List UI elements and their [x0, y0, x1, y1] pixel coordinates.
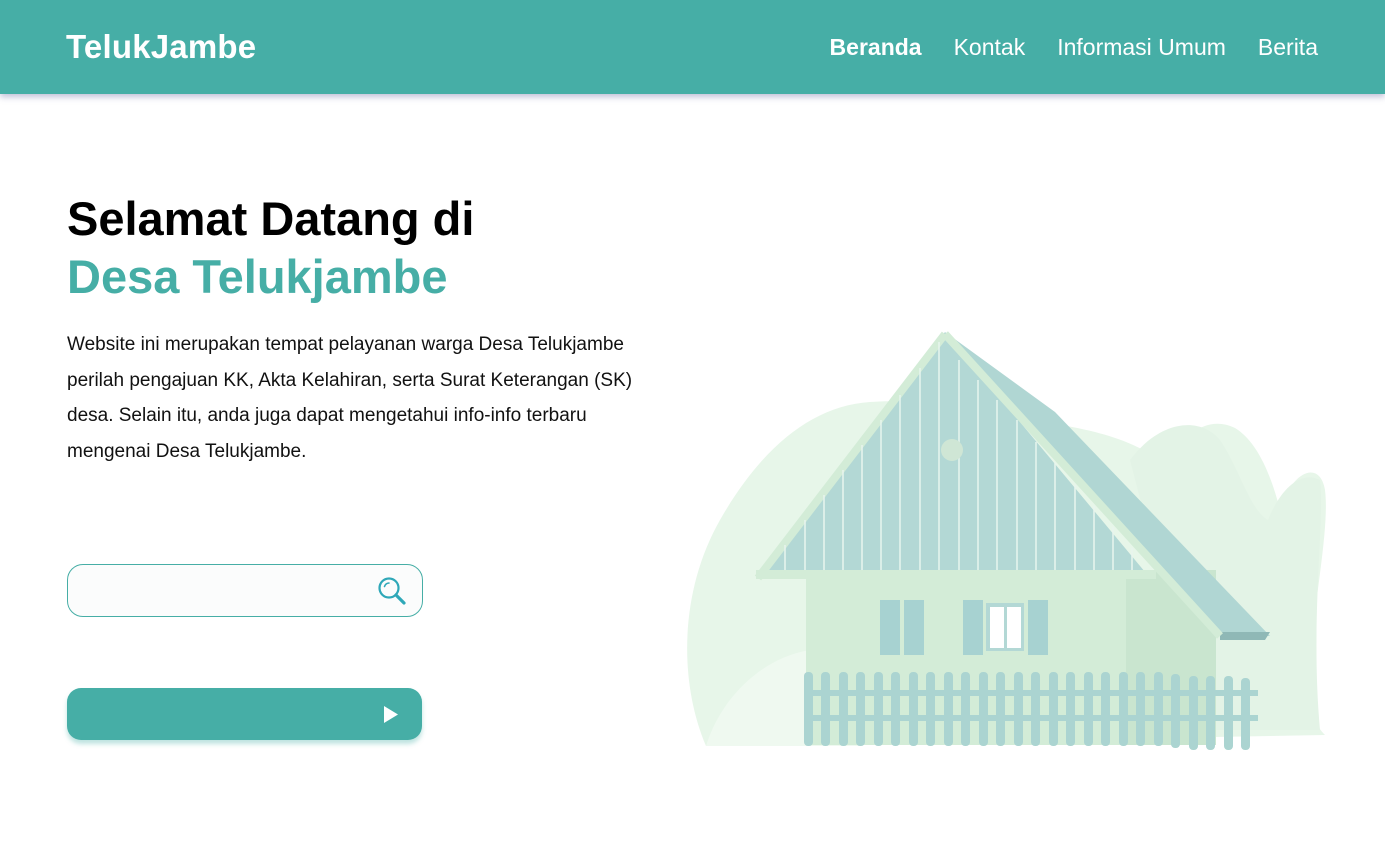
navbar: TelukJambe Beranda Kontak Informasi Umum… [0, 0, 1385, 94]
window-shutter-left-2 [904, 600, 924, 655]
hero-title-line1: Selamat Datang di [67, 192, 475, 245]
hero-title: Selamat Datang di Desa Telukjambe [67, 190, 474, 306]
play-icon [384, 706, 398, 723]
window-pane-left [990, 607, 1004, 648]
window-shutter-left-1 [880, 600, 900, 655]
roof-vent [941, 439, 963, 461]
brand-logo[interactable]: TelukJambe [66, 27, 256, 67]
nav-link-kontak[interactable]: Kontak [954, 32, 1026, 62]
hero-title-line2: Desa Telukjambe [67, 250, 448, 303]
window-shutter-right-1 [963, 600, 983, 655]
search-box [67, 564, 423, 618]
hero-description: Website ini merupakan tempat pelayanan w… [67, 334, 633, 462]
roof-base [756, 570, 1156, 579]
nav-link-berita[interactable]: Berita [1258, 32, 1318, 62]
window-shutter-right-2 [1028, 600, 1048, 655]
search-input[interactable] [84, 565, 368, 618]
house-illustration [687, 331, 1326, 750]
search-icon[interactable] [376, 575, 408, 607]
nav-menu: Beranda Kontak Informasi Umum Berita [830, 32, 1318, 62]
window-pane-right [1007, 607, 1021, 648]
roof-edge [1220, 632, 1270, 640]
nav-link-informasi-umum[interactable]: Informasi Umum [1057, 32, 1226, 62]
cta-button[interactable] [67, 688, 422, 740]
nav-link-beranda[interactable]: Beranda [830, 32, 922, 62]
